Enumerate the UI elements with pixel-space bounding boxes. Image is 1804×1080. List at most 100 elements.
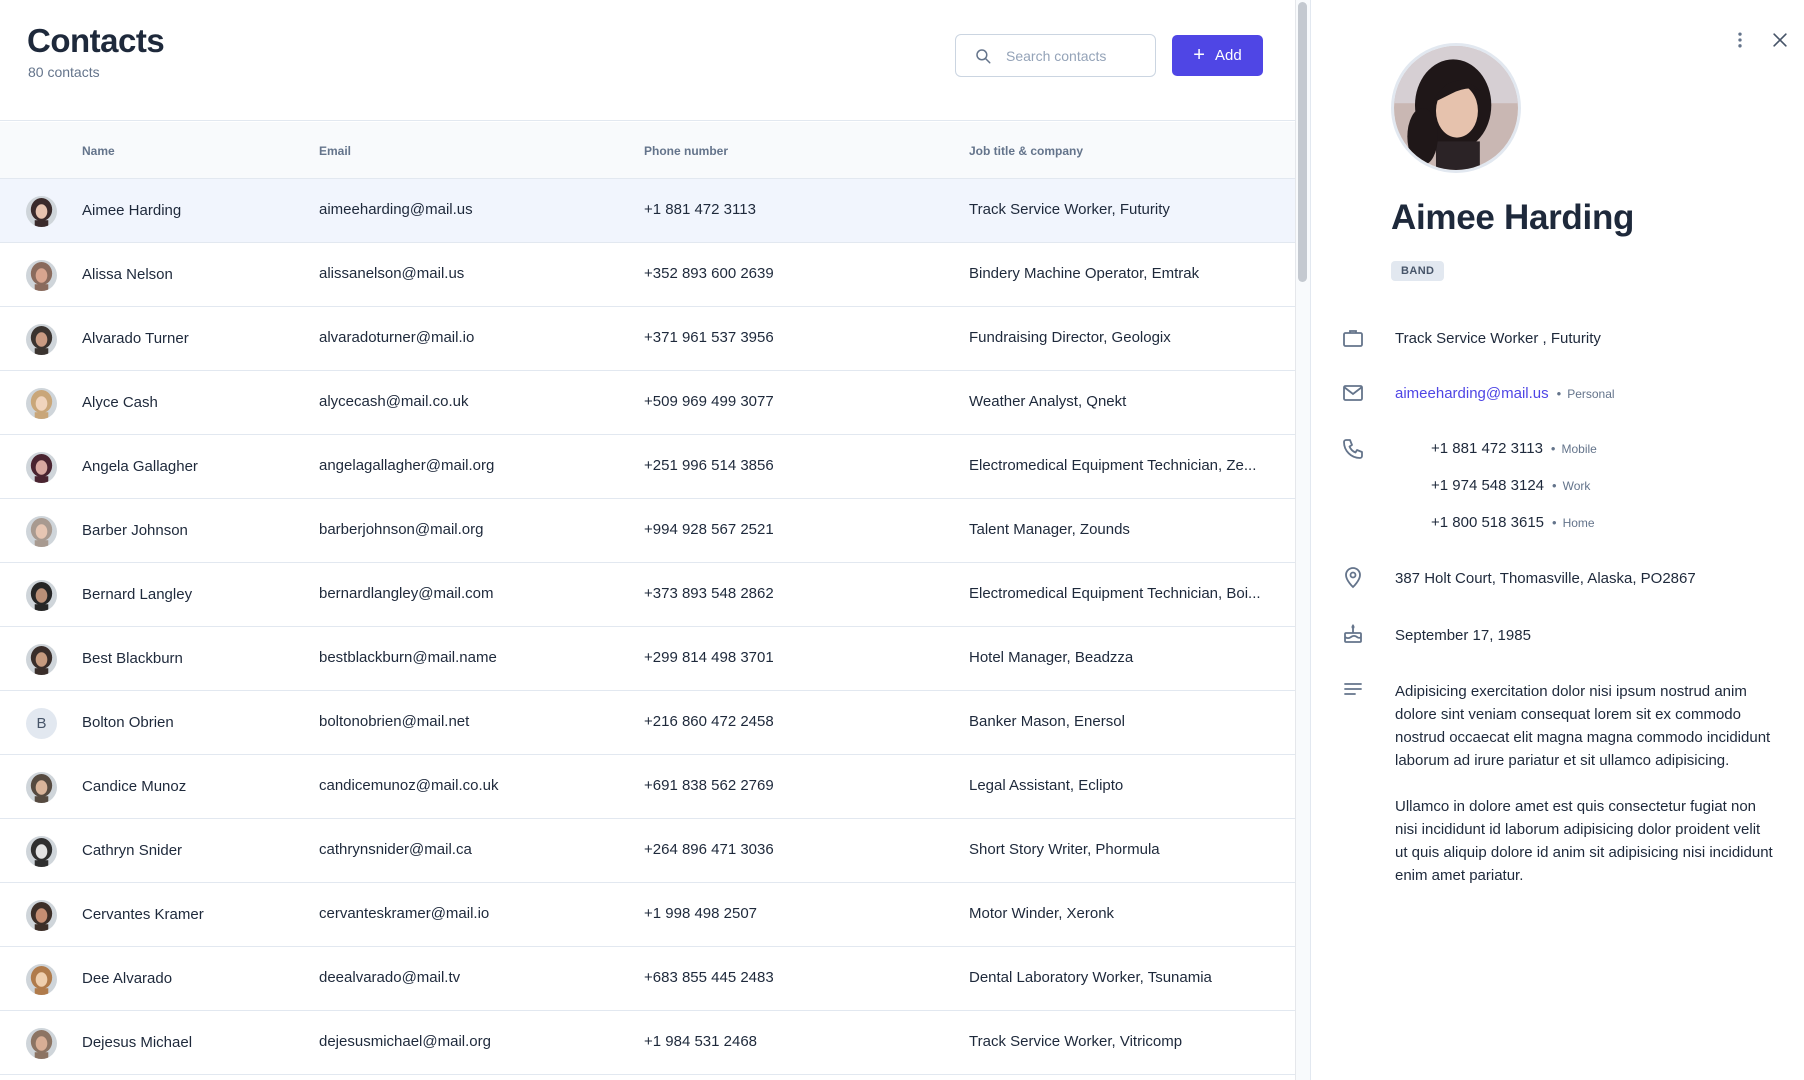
phone-row-mobile: +1 881 472 3113 • Mobile [1431, 440, 1597, 457]
avatar [26, 452, 57, 483]
contact-email-cell: deealvarado@mail.tv [319, 969, 461, 986]
contact-email-row: aimeeharding@mail.us • Personal [1395, 385, 1615, 402]
column-header-phone[interactable]: Phone number [644, 144, 728, 158]
avatar [26, 324, 57, 355]
contacts-count: 80 contacts [28, 64, 100, 80]
contact-name-cell: Candice Munoz [82, 778, 187, 795]
column-header-job[interactable]: Job title & company [969, 144, 1083, 158]
contact-name-cell: Dejesus Michael [82, 1034, 193, 1051]
more-vertical-icon [1738, 32, 1742, 48]
contact-phone-cell: +299 814 498 3701 [644, 649, 774, 666]
avatar: B [26, 708, 57, 739]
table-row[interactable]: Dee Alvarado deealvarado@mail.tv +683 855 … [0, 947, 1295, 1011]
table-row[interactable]: Alyce Cash alycecash@mail.co.uk +509 969 4… [0, 371, 1295, 435]
search-box[interactable] [955, 34, 1156, 77]
contact-job-cell: Motor Winder, Xeronk [969, 905, 1115, 922]
avatar [26, 580, 57, 611]
briefcase-icon [1343, 330, 1363, 347]
contact-name-cell: Cathryn Snider [82, 842, 183, 859]
column-header-email[interactable]: Email [319, 144, 351, 158]
contact-email-cell: bernardlangley@mail.com [319, 585, 494, 602]
contact-name: Aimee Harding [1391, 198, 1635, 237]
contact-tag[interactable]: BAND [1391, 261, 1445, 281]
contact-email-cell: candicemunoz@mail.co.uk [319, 777, 499, 794]
contact-job-cell: Dental Laboratory Worker, Tsunamia [969, 969, 1212, 986]
add-contact-button[interactable]: + Add [1172, 35, 1263, 76]
avatar [26, 1028, 57, 1059]
contact-job-cell: Banker Mason, Enersol [969, 713, 1125, 730]
contact-email-cell: cervanteskramer@mail.io [319, 905, 490, 922]
column-header-name[interactable]: Name [82, 144, 115, 158]
contact-name-cell: Barber Johnson [82, 522, 188, 539]
more-options-button[interactable] [1726, 26, 1754, 54]
table-header: Name Email Phone number Job title & comp… [0, 122, 1295, 179]
avatar [26, 772, 57, 803]
phone-type-label: Work [1562, 479, 1591, 493]
table-row[interactable]: Candice Munoz candicemunoz@mail.co.uk +691… [0, 755, 1295, 819]
contact-job-cell: Track Service Worker, Vitricomp [969, 1033, 1183, 1050]
map-pin-icon [1345, 567, 1361, 589]
contact-phone-cell: +683 855 445 2483 [644, 969, 774, 986]
contact-name-cell: Angela Gallagher [82, 458, 198, 475]
contact-name-cell: Aimee Harding [82, 202, 182, 219]
table-row[interactable]: Cathryn Snider cathrynsnider@mail.ca +264 … [0, 819, 1295, 883]
contact-detail-panel: Aimee Harding BAND Track Service Worker … [1310, 0, 1804, 1080]
contact-email-cell: cathrynsnider@mail.ca [319, 841, 472, 858]
list-scrollbar-thumb[interactable] [1298, 2, 1307, 282]
separator-dot: • [1552, 515, 1557, 530]
phone-number[interactable]: +1 800 518 3615 [1431, 514, 1544, 531]
notes-paragraph: Adipisicing exercitation dolor nisi ipsu… [1395, 683, 1771, 769]
contact-name-cell: Alyce Cash [82, 394, 158, 411]
contact-email-cell: bestblackburn@mail.name [319, 649, 497, 666]
phone-number[interactable]: +1 974 548 3124 [1431, 477, 1544, 494]
table-row[interactable]: Barber Johnson barberjohnson@mail.org +994… [0, 499, 1295, 563]
table-row[interactable]: B Bolton Obrien boltonobrien@mail.net +216 … [0, 691, 1295, 755]
contact-birthday: September 17, 1985 [1395, 627, 1531, 644]
avatar [26, 900, 57, 931]
table-row[interactable]: Aimee Harding aimeeharding@mail.us +1 881 … [0, 179, 1295, 243]
contact-phone-cell: +509 969 499 3077 [644, 393, 774, 410]
phone-row-home: +1 800 518 3615 • Home [1431, 514, 1595, 531]
contact-phone-cell: +371 961 537 3956 [644, 329, 774, 346]
plus-icon: + [1193, 43, 1205, 66]
page-title: Contacts [27, 22, 165, 59]
contact-email-cell: dejesusmichael@mail.org [319, 1033, 491, 1050]
contact-avatar-large [1391, 43, 1521, 173]
avatar [26, 196, 57, 227]
close-panel-button[interactable] [1766, 26, 1794, 54]
contact-phone-cell: +994 928 567 2521 [644, 521, 774, 538]
avatar [26, 516, 57, 547]
search-input[interactable] [1006, 47, 1146, 64]
phone-number[interactable]: +1 881 472 3113 [1431, 440, 1543, 457]
contact-phone-cell: +216 860 472 2458 [644, 713, 774, 730]
email-type-label: Personal [1567, 387, 1615, 401]
table-row[interactable]: Bernard Langley bernardlangley@mail.com +3… [0, 563, 1295, 627]
contact-phone-cell: +1 881 472 3113 [644, 201, 756, 218]
table-row[interactable]: Alissa Nelson alissanelson@mail.us +352 89… [0, 243, 1295, 307]
phone-type-label: Home [1562, 516, 1595, 530]
add-button-label: Add [1214, 47, 1242, 64]
notes-icon [1344, 683, 1362, 695]
contact-phone-cell: +264 896 471 3036 [644, 841, 774, 858]
table-row[interactable]: Alvarado Turner alvaradoturner@mail.io +37… [0, 307, 1295, 371]
close-icon [1773, 33, 1787, 47]
contact-email-cell: alvaradoturner@mail.io [319, 329, 475, 346]
table-row[interactable]: Angela Gallagher angelagallagher@mail.org… [0, 435, 1295, 499]
table-row[interactable]: Cervantes Kramer cervanteskramer@mail.io +… [0, 883, 1295, 947]
contact-email-cell: boltonobrien@mail.net [319, 713, 470, 730]
contact-job-cell: Talent Manager, Zounds [969, 521, 1130, 538]
phone-type-label: Mobile [1561, 442, 1597, 456]
contact-email-link[interactable]: aimeeharding@mail.us [1395, 385, 1549, 402]
contact-job-cell: Weather Analyst, Qnekt [969, 393, 1127, 410]
table-row[interactable]: Dejesus Michael dejesusmichael@mail.org +1… [0, 1011, 1295, 1075]
contact-phone-cell: +251 996 514 3856 [644, 457, 774, 474]
notes-paragraph: Ullamco in dolore amet est quis consecte… [1395, 798, 1773, 884]
search-icon [976, 48, 991, 63]
contact-job-cell: Fundraising Director, Geologix [969, 329, 1171, 346]
contact-email-cell: aimeeharding@mail.us [319, 201, 473, 218]
table-row[interactable]: Best Blackburn bestblackburn@mail.name +29… [0, 627, 1295, 691]
contact-name-cell: Bernard Langley [82, 586, 193, 603]
cake-icon [1344, 624, 1362, 643]
contact-job-cell: Bindery Machine Operator, Emtrak [969, 265, 1200, 282]
contact-phone-cell: +1 998 498 2507 [644, 905, 758, 922]
